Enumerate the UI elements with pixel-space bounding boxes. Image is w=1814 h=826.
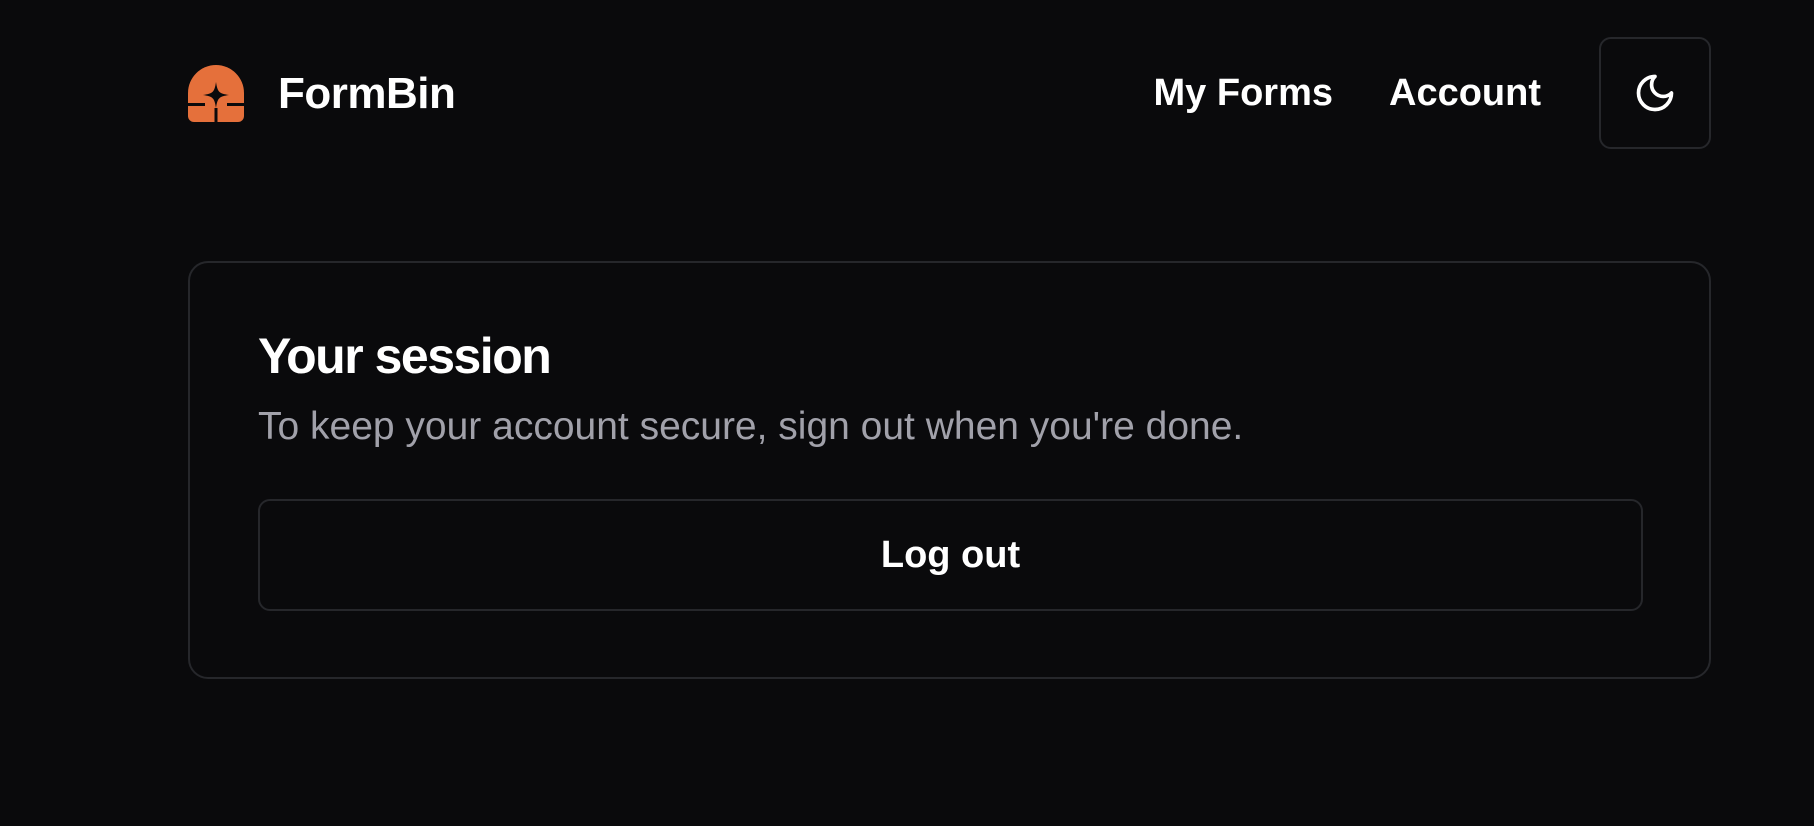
brand[interactable]: FormBin [188, 65, 456, 122]
session-card: Your session To keep your account secure… [188, 261, 1711, 679]
card-title: Your session [258, 328, 552, 384]
card-description: To keep your account secure, sign out wh… [258, 405, 1244, 448]
top-navigation-bar: FormBin My Forms Account [188, 37, 1711, 149]
theme-toggle-button[interactable] [1599, 37, 1711, 149]
moon-icon [1636, 74, 1674, 112]
formbin-logo-icon [188, 65, 244, 122]
logout-button[interactable]: Log out [258, 499, 1643, 611]
brand-name: FormBin [278, 68, 456, 118]
main-nav: My Forms Account [1154, 37, 1711, 149]
nav-link-my-forms[interactable]: My Forms [1154, 72, 1333, 115]
nav-link-account[interactable]: Account [1389, 72, 1541, 115]
